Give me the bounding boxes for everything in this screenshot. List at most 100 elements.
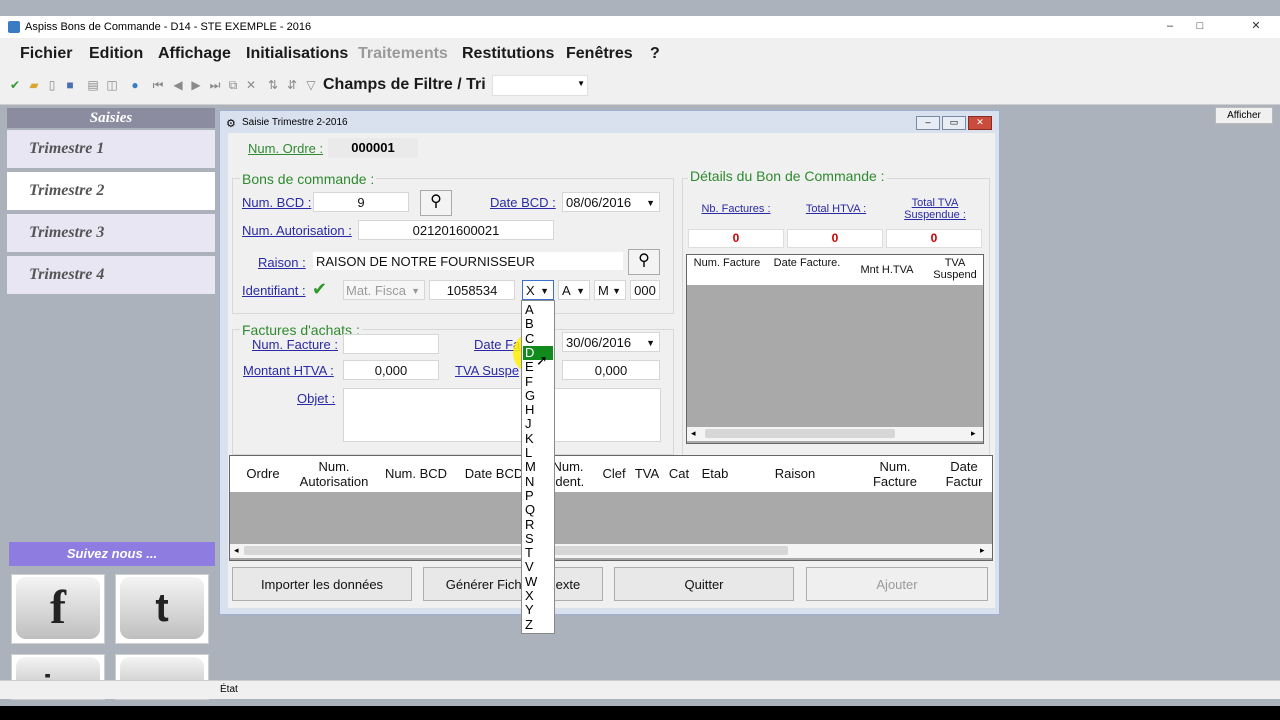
scroll-right-icon[interactable]: ▸ <box>971 428 976 439</box>
save-icon[interactable]: ■ <box>63 78 77 92</box>
col-etab[interactable]: Etab <box>696 466 734 481</box>
close-button[interactable]: ✕ <box>1249 20 1263 32</box>
child-restore-button[interactable]: ▭ <box>942 116 966 130</box>
folder-icon[interactable]: ▰ <box>27 78 41 92</box>
tva-suspendue-field[interactable]: 0,000 <box>562 360 660 380</box>
dropdown-option[interactable]: W <box>523 574 553 589</box>
dropdown-option[interactable]: C <box>523 331 553 346</box>
dropdown-option[interactable]: G <box>523 388 553 403</box>
menu-help[interactable]: ? <box>650 45 660 63</box>
col-num-facture[interactable]: Num. Facture <box>687 257 767 269</box>
dropdown-option[interactable]: B <box>523 317 553 331</box>
dropdown-option[interactable]: A <box>523 303 553 317</box>
dropdown-option[interactable]: K <box>523 431 553 446</box>
dropdown-option[interactable]: J <box>523 417 553 431</box>
raison-field[interactable]: RAISON DE NOTRE FOURNISSEUR <box>312 251 624 271</box>
dropdown-option[interactable]: S <box>523 531 553 546</box>
objet-field[interactable] <box>343 388 661 442</box>
mat-fisca-select[interactable]: Mat. Fisca ▼ <box>343 280 425 300</box>
menu-fichier[interactable]: Fichier <box>20 45 72 63</box>
new-icon[interactable]: ▯ <box>45 78 59 92</box>
col-date-bcd[interactable]: Date BCD <box>460 466 528 481</box>
sort-asc-icon[interactable]: ⇅ <box>266 78 280 92</box>
col-date-facture[interactable]: Date Factur <box>936 459 992 491</box>
quitter-button[interactable]: Quitter <box>614 567 794 601</box>
num-autorisation-field[interactable]: 021201600021 <box>358 220 554 240</box>
col-clef[interactable]: Clef <box>598 466 630 481</box>
sort-desc-icon[interactable]: ⇵ <box>285 78 299 92</box>
dropdown-option[interactable]: N <box>523 474 553 489</box>
menu-traitements[interactable]: Traitements <box>358 45 448 63</box>
etab-field[interactable]: 000 <box>630 280 660 300</box>
ajouter-button[interactable]: Ajouter <box>806 567 988 601</box>
col-date-facture[interactable]: Date Facture. <box>767 257 847 269</box>
col-tva[interactable]: TVA <box>632 466 662 481</box>
dropdown-option[interactable]: H <box>523 403 553 417</box>
col-cat[interactable]: Cat <box>664 466 694 481</box>
next-icon[interactable]: ▶ <box>189 78 203 92</box>
delete-icon[interactable]: ✕ <box>244 78 258 92</box>
facebook-button[interactable]: f <box>11 574 105 644</box>
dropdown-option[interactable]: X <box>523 589 553 603</box>
afficher-button[interactable]: Afficher <box>1215 107 1273 124</box>
factures-grid-scrollbar[interactable]: ◂ ▸ <box>687 427 983 441</box>
first-icon[interactable]: ⏮ <box>151 78 165 92</box>
dropdown-option[interactable]: P <box>523 488 553 503</box>
scroll-left-icon[interactable]: ◂ <box>691 428 696 439</box>
menu-restitutions[interactable]: Restitutions <box>462 45 554 63</box>
importer-button[interactable]: Importer les données <box>232 567 412 601</box>
print-icon[interactable]: ▤ <box>86 78 100 92</box>
sidebar-item-trimestre-1[interactable]: Trimestre 1 <box>7 130 215 172</box>
scroll-thumb[interactable] <box>705 429 895 438</box>
last-icon[interactable]: ⏭ <box>208 78 222 92</box>
sidebar-item-trimestre-2[interactable]: Trimestre 2 <box>7 172 215 214</box>
scroll-left-icon[interactable]: ◂ <box>234 545 239 556</box>
minimize-button[interactable]: – <box>1163 20 1177 32</box>
sidebar-item-trimestre-3[interactable]: Trimestre 3 <box>7 214 215 256</box>
col-raison[interactable]: Raison <box>740 466 850 481</box>
dropdown-option[interactable]: Z <box>523 617 553 632</box>
date-facture-field[interactable]: 30/06/2016 ▼ <box>562 332 660 352</box>
col-tva-suspendue[interactable]: TVA Suspend <box>927 257 983 285</box>
clef-select[interactable]: X ▼ <box>522 280 554 300</box>
search-bcd-button[interactable]: ⚲ <box>420 190 452 216</box>
filter-icon[interactable]: ▽ <box>304 78 318 92</box>
sidebar-item-trimestre-4[interactable]: Trimestre 4 <box>7 256 215 298</box>
maximize-button[interactable]: □ <box>1193 20 1207 32</box>
scroll-right-icon[interactable]: ▸ <box>980 545 985 556</box>
preview-icon[interactable]: ◫ <box>105 78 119 92</box>
cat-select[interactable]: M ▼ <box>594 280 626 300</box>
dropdown-option[interactable]: L <box>523 446 553 460</box>
menu-affichage[interactable]: Affichage <box>158 45 231 63</box>
col-num-autorisation[interactable]: Num. Autorisation <box>296 459 372 489</box>
dropdown-option[interactable]: M <box>523 460 553 474</box>
dropdown-option[interactable]: R <box>523 517 553 532</box>
col-ordre[interactable]: Ordre <box>238 466 288 481</box>
date-bcd-field[interactable]: 08/06/2016 ▼ <box>562 192 660 212</box>
child-minimize-button[interactable]: – <box>916 116 940 130</box>
search-raison-button[interactable]: ⚲ <box>628 249 660 275</box>
dropdown-option[interactable]: Q <box>523 503 553 517</box>
filter-sort-select[interactable]: ▼ <box>492 75 588 96</box>
dropdown-option[interactable]: Y <box>523 603 553 617</box>
link-icon[interactable]: ⧉ <box>226 78 240 92</box>
num-bcd-field[interactable]: 9 <box>313 192 409 212</box>
menu-edition[interactable]: Edition <box>89 45 143 63</box>
montant-htva-field[interactable]: 0,000 <box>343 360 439 380</box>
prev-icon[interactable]: ◀ <box>171 78 185 92</box>
generer-fichier-texte-button[interactable]: Générer Fich exte <box>423 567 603 601</box>
tva-select[interactable]: A ▼ <box>558 280 590 300</box>
col-num-bcd[interactable]: Num. BCD <box>378 466 454 481</box>
identifiant-number-field[interactable]: 1058534 <box>429 280 515 300</box>
col-num-facture[interactable]: Num. Facture <box>860 459 930 489</box>
twitter-button[interactable]: t <box>115 574 209 644</box>
scroll-thumb[interactable] <box>244 546 788 555</box>
num-facture-field[interactable] <box>343 334 439 354</box>
bons-grid-scrollbar[interactable]: ◂ ▸ <box>230 544 992 558</box>
dropdown-option[interactable]: V <box>523 560 553 574</box>
dropdown-option[interactable]: F <box>523 374 553 389</box>
menu-initialisations[interactable]: Initialisations <box>246 45 348 63</box>
child-close-button[interactable]: ✕ <box>968 116 992 130</box>
col-mnt-htva[interactable]: Mnt H.TVA <box>847 263 927 278</box>
dropdown-option[interactable]: T <box>523 546 553 560</box>
